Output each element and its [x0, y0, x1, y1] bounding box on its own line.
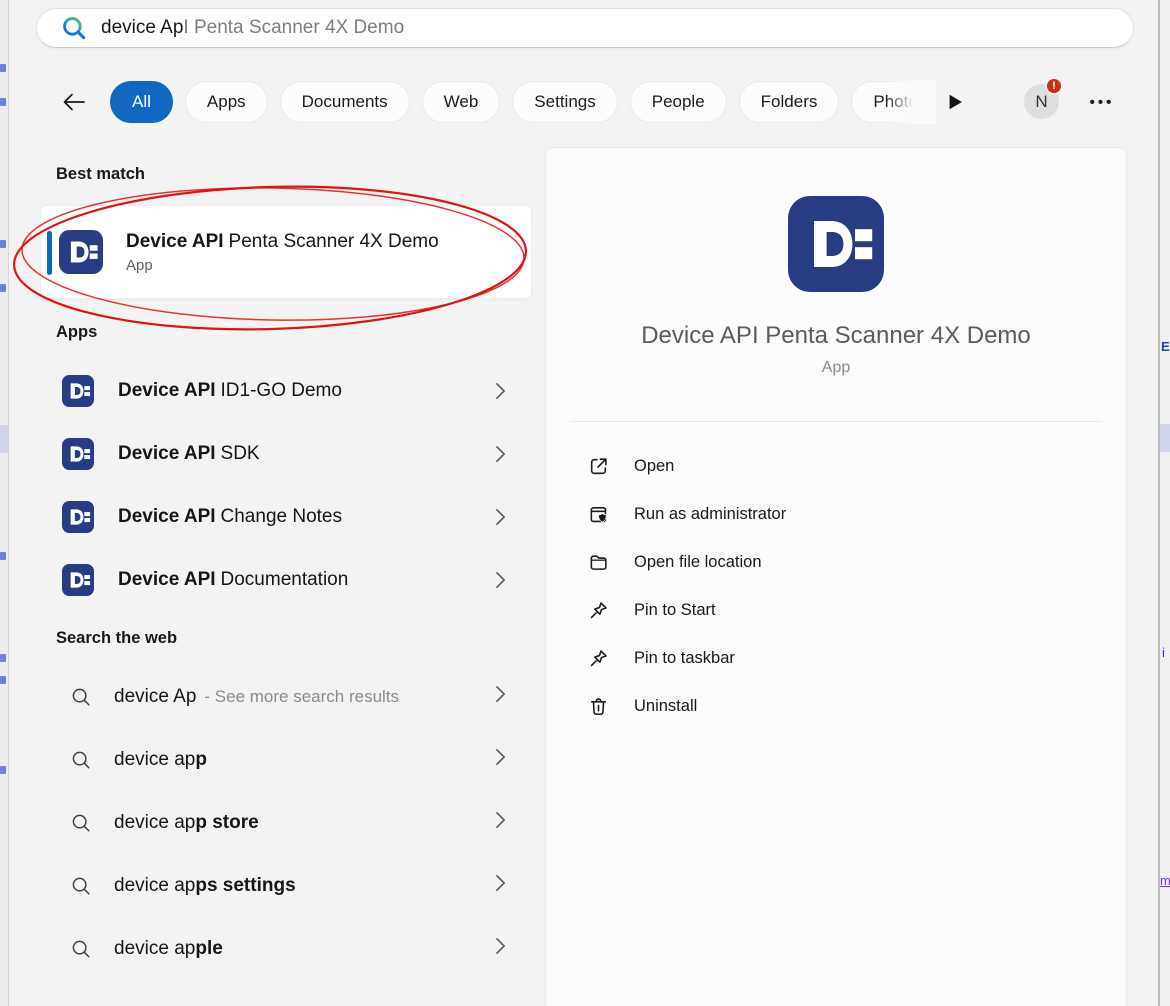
- windows-search-flyout: E i m device ApI Penta Scanner 4X Demo A…: [0, 0, 1170, 1006]
- app-result-change-notes[interactable]: Device APIChange Notes: [40, 485, 532, 548]
- folder-icon: [588, 552, 609, 573]
- tab-apps[interactable]: Apps: [185, 81, 268, 123]
- app-result-documentation[interactable]: Device APIDocumentation: [40, 548, 532, 611]
- app-result-id1-go-demo[interactable]: Device APIID1-GO Demo: [40, 359, 532, 422]
- search-typed-text: device Ap: [101, 17, 183, 39]
- web-result-device-app-store[interactable]: device app store: [40, 791, 532, 854]
- tab-all[interactable]: All: [110, 81, 173, 123]
- app-result-sdk[interactable]: Device APISDK: [40, 422, 532, 485]
- notification-badge: !: [1045, 77, 1063, 95]
- pin-icon: [588, 600, 609, 621]
- detail-title: Device API Penta Scanner 4X Demo: [546, 322, 1126, 350]
- tab-settings[interactable]: Settings: [512, 81, 617, 123]
- action-pin-to-taskbar[interactable]: Pin to taskbar: [546, 634, 1126, 682]
- chevron-right-icon: [495, 445, 506, 463]
- web-result-device-app[interactable]: device app: [40, 728, 532, 791]
- device-api-app-icon-large: [788, 196, 884, 292]
- device-api-app-icon: [62, 564, 94, 596]
- device-api-app-icon: [62, 501, 94, 533]
- tab-web[interactable]: Web: [422, 81, 501, 123]
- device-api-app-icon: [59, 230, 103, 274]
- open-external-icon: [588, 456, 609, 477]
- tabs-scroll-right-button[interactable]: [948, 90, 970, 114]
- chevron-right-icon: [495, 685, 506, 708]
- chevron-right-icon: [495, 811, 506, 834]
- web-result-device-apps-settings[interactable]: device apps settings: [40, 854, 532, 917]
- trash-icon: [588, 696, 609, 717]
- best-match-result[interactable]: Device APIPenta Scanner 4X Demo App: [40, 205, 532, 299]
- divider: [570, 421, 1102, 422]
- search-icon: [61, 15, 87, 41]
- play-arrow-icon: [948, 93, 963, 111]
- results-list: Best match Device APIPenta Scanner 4X De…: [40, 147, 532, 980]
- back-arrow-icon: [60, 90, 88, 114]
- chevron-right-icon: [495, 748, 506, 771]
- result-detail-panel: Device API Penta Scanner 4X Demo App Ope…: [545, 147, 1127, 1006]
- chevron-right-icon: [495, 937, 506, 960]
- action-open[interactable]: Open: [546, 442, 1126, 490]
- action-open-file-location[interactable]: Open file location: [546, 538, 1126, 586]
- section-header-search-the-web: Search the web: [56, 629, 532, 648]
- search-glyph-icon: [70, 686, 92, 708]
- search-input[interactable]: device ApI Penta Scanner 4X Demo: [36, 8, 1134, 48]
- result-subtitle: App: [126, 257, 439, 274]
- action-uninstall[interactable]: Uninstall: [546, 682, 1126, 730]
- pin-icon: [588, 648, 609, 669]
- device-api-app-icon: [62, 375, 94, 407]
- more-options-button[interactable]: •••: [1082, 90, 1122, 114]
- action-list: Open Run as administrator Open file loca…: [546, 442, 1126, 730]
- search-glyph-icon: [70, 875, 92, 897]
- web-result-see-more[interactable]: device Ap- See more search results: [40, 665, 532, 728]
- tab-photos[interactable]: Photos: [851, 81, 936, 123]
- web-result-device-apple[interactable]: device apple: [40, 917, 532, 980]
- tab-documents[interactable]: Documents: [280, 81, 410, 123]
- back-button[interactable]: [58, 87, 90, 117]
- detail-subtitle: App: [546, 359, 1126, 377]
- background-fragment: i: [1162, 646, 1165, 659]
- section-header-apps: Apps: [56, 323, 532, 342]
- filter-tabs: All Apps Documents Web Settings People F…: [110, 80, 936, 124]
- selection-accent-bar: [47, 231, 52, 275]
- chevron-right-icon: [495, 508, 506, 526]
- chevron-right-icon: [495, 382, 506, 400]
- search-suggestion-text: I Penta Scanner 4X Demo: [183, 17, 404, 39]
- tab-folders[interactable]: Folders: [739, 81, 840, 123]
- admin-shield-icon: [588, 504, 609, 525]
- device-api-app-icon: [62, 438, 94, 470]
- background-edge-right: E i m: [1158, 0, 1170, 1006]
- search-glyph-icon: [70, 812, 92, 834]
- background-edge-left: [0, 0, 9, 1006]
- action-pin-to-start[interactable]: Pin to Start: [546, 586, 1126, 634]
- section-header-best-match: Best match: [56, 165, 532, 184]
- background-fragment: m: [1160, 874, 1170, 887]
- action-run-as-administrator[interactable]: Run as administrator: [546, 490, 1126, 538]
- background-fragment: E: [1161, 340, 1170, 353]
- chevron-right-icon: [495, 874, 506, 897]
- apps-results: Device APIID1-GO Demo Device APISDK Devi…: [40, 359, 532, 611]
- result-title-rest: Penta Scanner 4X Demo: [229, 231, 439, 252]
- search-glyph-icon: [70, 749, 92, 771]
- chevron-right-icon: [495, 571, 506, 589]
- web-results: device Ap- See more search results devic…: [40, 665, 532, 980]
- avatar-initial: N: [1035, 92, 1047, 112]
- result-title-bold: Device API: [126, 231, 224, 252]
- tab-people[interactable]: People: [630, 81, 727, 123]
- search-glyph-icon: [70, 938, 92, 960]
